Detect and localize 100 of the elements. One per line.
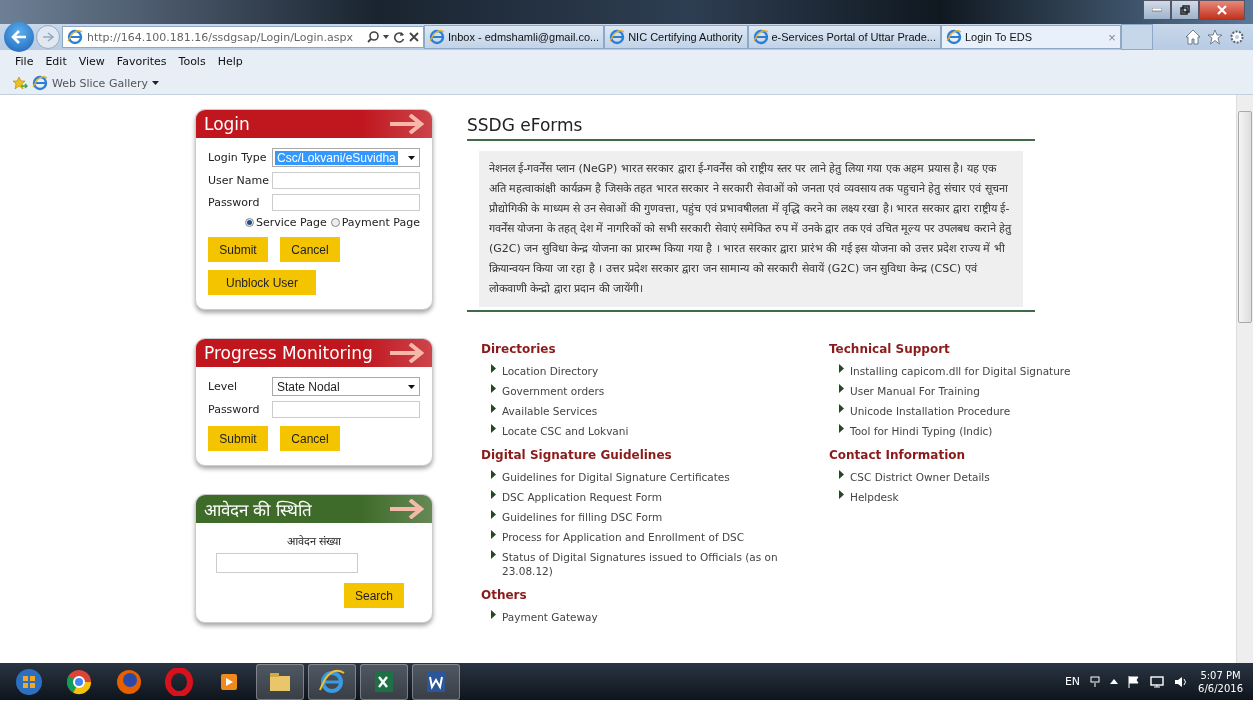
menu-item[interactable]: Help bbox=[212, 52, 248, 70]
menu-item[interactable]: View bbox=[73, 52, 110, 70]
back-button[interactable] bbox=[4, 22, 34, 52]
radio-option[interactable]: Service Page bbox=[244, 216, 327, 229]
field-label: User Name bbox=[208, 174, 271, 187]
chrome-browser-icon[interactable] bbox=[65, 667, 93, 696]
dropdown-caret-icon[interactable] bbox=[383, 35, 389, 39]
bullet-triangle-icon bbox=[839, 384, 844, 393]
browser-tab[interactable]: NIC Certifying Authority bbox=[604, 25, 748, 49]
bullet-triangle-icon bbox=[491, 470, 496, 479]
search-icon[interactable] bbox=[367, 31, 379, 43]
link[interactable]: Available Services bbox=[502, 404, 598, 418]
bullet-triangle-icon bbox=[839, 364, 844, 373]
bullet-triangle-icon bbox=[491, 610, 496, 619]
bullet-triangle-icon bbox=[491, 490, 496, 499]
form-button[interactable]: Submit bbox=[208, 426, 268, 451]
favorites-star-icon[interactable] bbox=[12, 76, 28, 90]
section-heading: Others bbox=[481, 588, 528, 602]
minimize-button[interactable] bbox=[1143, 0, 1171, 20]
section-heading: Contact Information bbox=[829, 448, 967, 462]
menu-item[interactable]: File bbox=[10, 52, 39, 70]
field-label: आवेदन संख्या bbox=[285, 534, 343, 548]
speaker-icon[interactable] bbox=[1174, 675, 1189, 688]
section-heading: Digital Signature Guidelines bbox=[481, 448, 673, 462]
form-button[interactable]: Cancel bbox=[280, 426, 340, 451]
field-label: Password bbox=[208, 196, 261, 209]
radio-button[interactable] bbox=[330, 218, 340, 227]
bullet-triangle-icon bbox=[839, 404, 844, 413]
browser-page-icon bbox=[945, 29, 962, 45]
input-field[interactable] bbox=[272, 194, 420, 211]
input-field[interactable] bbox=[216, 553, 358, 573]
restore-button[interactable] bbox=[1171, 0, 1199, 20]
intro-paragraph: नेशनल ई-गवर्नेंस प्लान (NeGP) भारत सरकार द्वारा ई-गवर्नेंस को राष्ट्रीय स्तर पर लाने हेतु लिया गया एक अहम प्रयास है। यह एक अति महत्वाकांक्षी कार्यक्रम है जिसके तहत भारत सरकार ने सरकारी सेवाओं को जनता एवं व्यवसाय तक पहुचाने हेतु संचार एवं सूचना प्रौद्योगिकी के माध्यम से उन सेवाओं की गुणवत्ता, पहुंच एवं प्रभावषीलता में वृद्धि करने का लक्ष्य रखा है। भारत सरकार द्वारा राष्ट्रीय ई-गवर्नेंस योजना के तहत् देश में नागरिकों को सभी सरकारी सेवाएं समेकित रुप में उनके द्वार तक एवं उचित मूल्य पर उपलबध कराने हेतु (G2C) जन सुविधा केन्द्र योजना का प्रारम्भ किया गया है । भारत सरकार द्वारा प्रारंभ की गई इस योजना को उत्तर प्रदेश राज्य में भी क्रियान्वयन किया जा रहा है । उत्तर प्रदेश सरकार द्वारा जन सामान्य को सरकारी सेवायें (G2C) जन सुविधा केन्द्र (CSC) एवं लोकवाणी केन्द्रो द्वारा प्रदान की जायेंगी। bbox=[479, 151, 1023, 307]
dropdown-caret-icon bbox=[408, 384, 415, 389]
flag-icon[interactable] bbox=[1128, 675, 1141, 688]
favorites-link[interactable]: Web Slice Gallery bbox=[32, 75, 160, 91]
menu-item[interactable]: Edit bbox=[40, 52, 72, 70]
home-icon[interactable] bbox=[1185, 29, 1201, 45]
browser-page-icon bbox=[429, 29, 445, 45]
link[interactable]: Helpdesk bbox=[850, 490, 899, 504]
menu-item[interactable]: Favorites bbox=[111, 52, 172, 70]
language-indicator[interactable]: EN bbox=[1064, 675, 1081, 688]
close-button[interactable] bbox=[1199, 0, 1245, 20]
link[interactable]: Government orders bbox=[502, 384, 605, 398]
search-button[interactable]: Search bbox=[344, 583, 404, 608]
scrollbar[interactable] bbox=[1236, 95, 1253, 663]
link[interactable]: DSC Application Request Form bbox=[502, 490, 662, 504]
radio-button[interactable] bbox=[244, 218, 254, 227]
link[interactable]: Status of Digital Signatures issued to Officials (as on 23.08.12) bbox=[502, 550, 829, 578]
address-bar[interactable]: http://164.100.181.16/ssdgsap/Login/Login.aspx bbox=[62, 26, 424, 48]
scrollbar-thumb[interactable] bbox=[1238, 111, 1252, 323]
link[interactable]: Guidelines for Digital Signature Certificates bbox=[502, 470, 730, 484]
link[interactable]: Location Directory bbox=[502, 364, 599, 378]
browser-page-icon bbox=[609, 29, 626, 45]
internet-explorer-icon[interactable] bbox=[318, 667, 346, 696]
monitor-icon[interactable] bbox=[1150, 675, 1165, 688]
link[interactable]: Installing capicom.dll for Digital Signature bbox=[850, 364, 1071, 378]
start-button[interactable] bbox=[15, 667, 43, 696]
panel-header: Login bbox=[196, 110, 432, 138]
favorites-star-icon[interactable] bbox=[1207, 29, 1223, 45]
tray-expand-icon[interactable] bbox=[1110, 679, 1119, 684]
clock[interactable]: 5:07 PM 6/6/2016 bbox=[1198, 668, 1243, 695]
dropdown-field[interactable]: State Nodal bbox=[272, 377, 420, 396]
bullet-triangle-icon bbox=[839, 470, 844, 479]
bullet-triangle-icon bbox=[491, 424, 496, 433]
browser-tab[interactable]: Login To EDS × bbox=[940, 25, 1121, 49]
link[interactable]: Tool for Hindi Typing (Indic) bbox=[850, 424, 993, 438]
section-heading: Directories bbox=[481, 342, 557, 356]
link[interactable]: Unicode Installation Procedure bbox=[850, 404, 1011, 418]
browser-tab[interactable]: Inbox - edmshamli@gmail.co... bbox=[424, 25, 605, 49]
link[interactable]: Payment Gateway bbox=[502, 610, 598, 624]
input-field[interactable] bbox=[272, 172, 420, 189]
form-button[interactable]: Unblock User bbox=[208, 270, 317, 295]
arrow-icon bbox=[390, 114, 424, 134]
field-label: Login Type bbox=[208, 151, 268, 164]
browser-page-icon bbox=[752, 29, 769, 45]
forward-arrow-icon bbox=[42, 32, 54, 42]
radio-option[interactable]: Payment Page bbox=[330, 216, 420, 229]
browser-tab[interactable]: e-Services Portal of Uttar Prade... bbox=[747, 25, 941, 49]
minimize-icon bbox=[1152, 8, 1162, 12]
link[interactable]: Guidelines for filling DSC Form bbox=[502, 510, 663, 524]
refresh-icon[interactable] bbox=[393, 31, 405, 43]
input-field[interactable] bbox=[272, 401, 420, 418]
field-label: Password bbox=[208, 403, 261, 416]
opera-browser-icon[interactable] bbox=[165, 667, 193, 696]
form-button[interactable]: Submit bbox=[208, 237, 268, 262]
settings-icon[interactable] bbox=[1229, 29, 1245, 45]
close-icon bbox=[1217, 5, 1227, 15]
link[interactable]: User Manual For Training bbox=[850, 384, 980, 398]
network-icon[interactable] bbox=[1090, 675, 1101, 688]
link[interactable]: Locate CSC and Lokvani bbox=[502, 424, 629, 438]
bullet-triangle-icon bbox=[491, 550, 496, 559]
menu-item[interactable]: Tools bbox=[173, 52, 211, 70]
link[interactable]: Process for Application and Enrollment of DSC bbox=[502, 530, 744, 544]
form-button[interactable]: Cancel bbox=[280, 237, 340, 262]
bullet-triangle-icon bbox=[491, 510, 496, 519]
arrow-icon bbox=[390, 499, 424, 519]
link[interactable]: CSC District Owner Details bbox=[850, 470, 990, 484]
stop-icon[interactable] bbox=[409, 32, 419, 42]
section-title: SSDG eForms bbox=[467, 109, 1035, 141]
